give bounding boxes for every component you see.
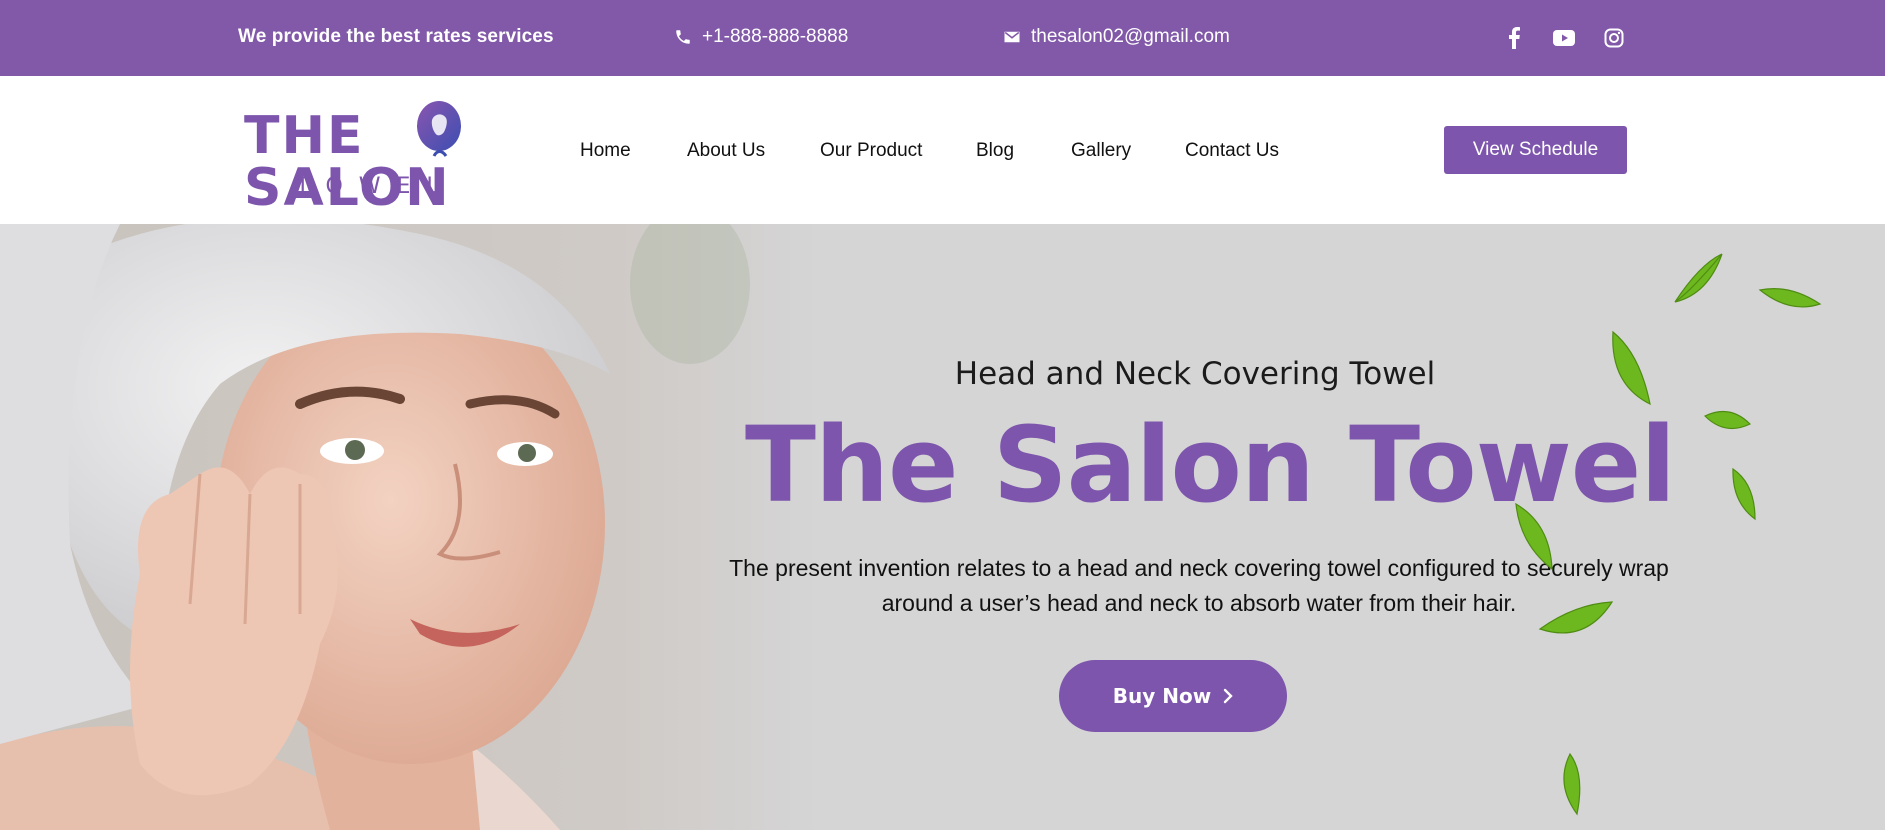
phone-contact[interactable]: +1-888-888-8888	[674, 26, 848, 48]
envelope-icon	[1004, 31, 1020, 43]
decorative-leaves	[1515, 253, 1822, 816]
hero-section: Head and Neck Covering Towel The Salon T…	[0, 224, 1885, 830]
nav-home[interactable]: Home	[580, 140, 631, 162]
site-logo[interactable]: THE SALON TOWEL	[244, 100, 496, 214]
leaf-icon	[1732, 467, 1756, 521]
leaf-icon	[1515, 502, 1553, 571]
nav-contact-us[interactable]: Contact Us	[1185, 140, 1279, 162]
email-address: thesalon02@gmail.com	[1031, 26, 1230, 47]
leaf-icon	[1538, 601, 1614, 634]
hero-subtitle: Head and Neck Covering Towel	[954, 356, 1436, 392]
hero-photo	[0, 224, 820, 830]
woman-silhouette-icon	[417, 101, 461, 157]
site-header: THE SALON TOWEL Home About Us Our Produc…	[0, 76, 1885, 224]
buy-now-label: Buy Now	[1112, 684, 1212, 708]
tagline: We provide the best rates services	[238, 26, 554, 47]
phone-number: +1-888-888-8888	[702, 26, 849, 47]
youtube-icon[interactable]	[1552, 26, 1576, 50]
top-info-bar: We provide the best rates services +1-88…	[0, 0, 1885, 76]
phone-icon	[676, 30, 690, 44]
nav-gallery[interactable]: Gallery	[1071, 140, 1131, 162]
logo-subtitle: TOWEL	[296, 174, 455, 199]
leaf-icon	[1563, 752, 1581, 816]
leaf-icon	[1612, 330, 1651, 406]
leaf-icon	[1674, 253, 1723, 303]
facebook-icon[interactable]	[1502, 26, 1526, 50]
view-schedule-button[interactable]: View Schedule	[1444, 126, 1627, 174]
instagram-icon[interactable]	[1602, 26, 1626, 50]
nav-blog[interactable]: Blog	[976, 140, 1014, 162]
leaf-icon	[1758, 288, 1822, 308]
hero-title: The Salon Towel	[745, 404, 1676, 526]
nav-about-us[interactable]: About Us	[687, 140, 765, 162]
nav-our-product[interactable]: Our Product	[820, 140, 922, 162]
buy-now-button[interactable]: Buy Now	[1059, 660, 1287, 732]
leaf-icon	[1703, 410, 1752, 430]
chevron-right-icon	[1224, 688, 1233, 704]
email-contact[interactable]: thesalon02@gmail.com	[1003, 26, 1230, 48]
